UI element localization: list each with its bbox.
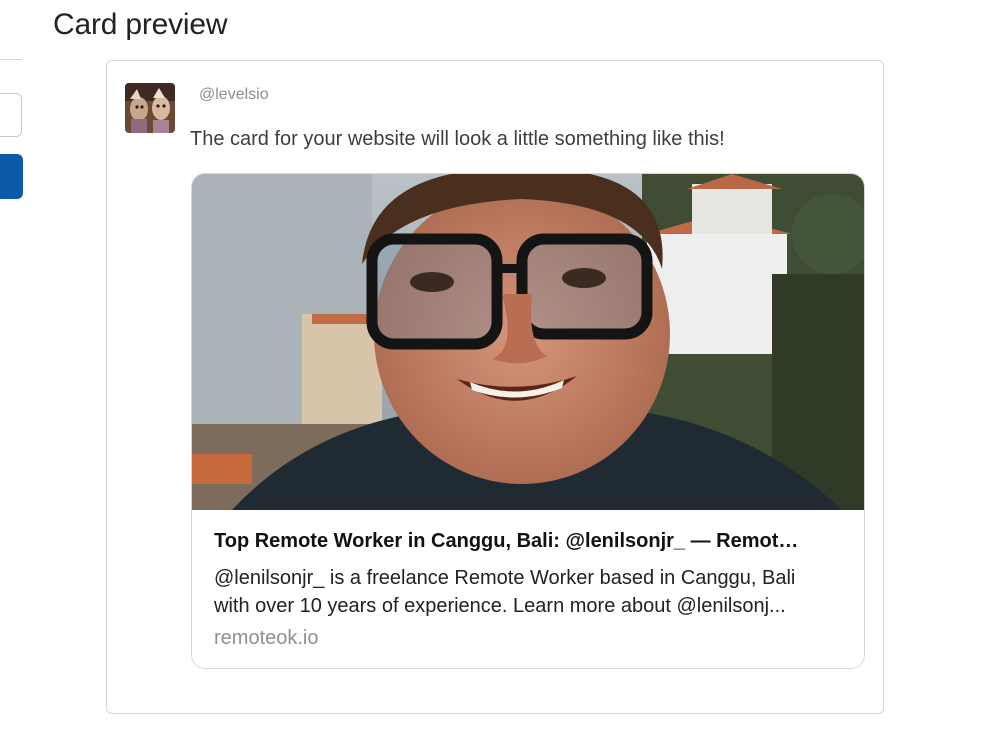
card-description-line: with over 10 years of experience. Learn …	[214, 595, 786, 617]
tweet-preview-frame: @levelsio The card for your website will…	[106, 60, 884, 714]
avatar	[125, 83, 175, 133]
tweet-handle[interactable]: @levelsio	[199, 86, 269, 104]
page-title: Card preview	[53, 8, 228, 41]
divider	[0, 59, 22, 60]
avatar-image	[125, 83, 175, 133]
card-photo	[192, 174, 864, 510]
link-card[interactable]: Top Remote Worker in Canggu, Bali: @leni…	[191, 173, 865, 669]
text-input-field[interactable]	[0, 93, 22, 137]
card-domain: remoteok.io	[214, 627, 319, 649]
tweet-text: The card for your website will look a li…	[190, 128, 725, 150]
submit-button[interactable]	[0, 154, 23, 199]
card-description: @lenilsonjr_ is a freelance Remote Worke…	[214, 564, 844, 620]
card-title: Top Remote Worker in Canggu, Bali: @leni…	[214, 530, 799, 552]
card-description-line: @lenilsonjr_ is a freelance Remote Worke…	[214, 567, 796, 589]
